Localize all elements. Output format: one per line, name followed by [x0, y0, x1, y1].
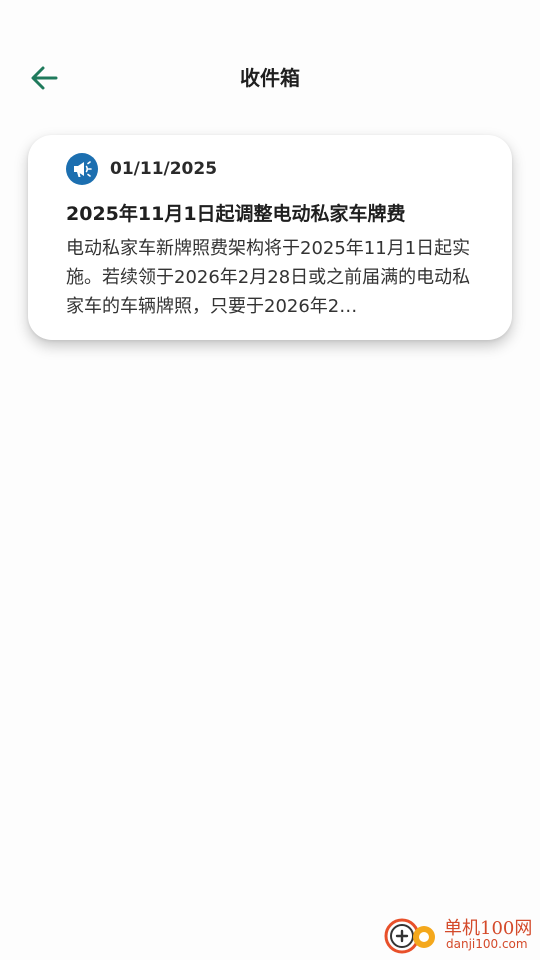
megaphone-icon — [66, 153, 98, 185]
message-meta: 01/11/2025 — [66, 153, 488, 185]
message-card[interactable]: 01/11/2025 2025年11月1日起调整电动私家车牌费 电动私家车新牌照… — [28, 135, 512, 340]
site-watermark: 单机100网 danji100.com — [382, 912, 532, 956]
message-date: 01/11/2025 — [110, 159, 218, 179]
message-title: 2025年11月1日起调整电动私家车牌费 — [66, 203, 406, 225]
message-preview: 电动私家车新牌照费架构将于2025年11月1日起实施。若续领于2026年2月28… — [66, 238, 471, 317]
watermark-url: danji100.com — [446, 937, 528, 951]
page-title: 收件箱 — [240, 66, 300, 90]
app-header: 收件箱 — [0, 0, 540, 120]
watermark-logo-icon — [384, 918, 435, 954]
